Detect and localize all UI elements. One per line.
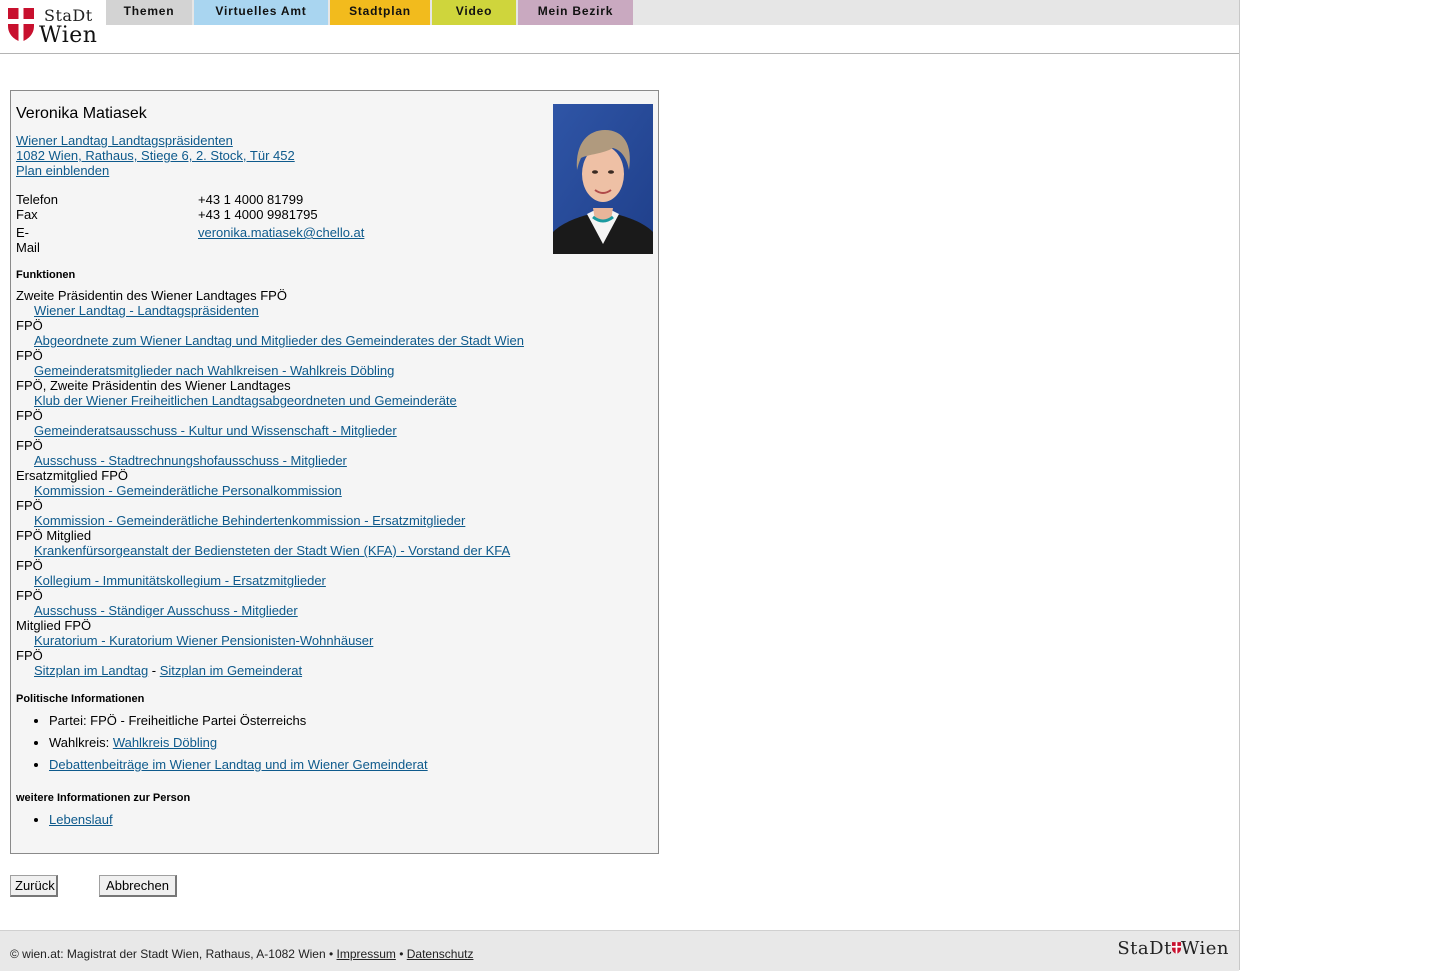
function-link[interactable]: Wiener Landtag - Landtagspräsidenten xyxy=(34,303,259,318)
political-info-list: Partei: FPÖ - Freiheitliche Partei Öster… xyxy=(16,713,428,779)
more-info-list: Lebenslauf xyxy=(16,812,113,834)
functions-heading: Funktionen xyxy=(16,269,76,281)
phone-value: +43 1 4000 81799 xyxy=(198,192,304,207)
address-link[interactable]: 1082 Wien, Rathaus, Stiege 6, 2. Stock, … xyxy=(16,148,295,163)
cancel-button[interactable]: Abbrechen xyxy=(99,875,177,897)
tab-mein-bezirk[interactable]: Mein Bezirk xyxy=(518,0,633,25)
function-link[interactable]: Kommission - Gemeinderätliche Personalko… xyxy=(34,483,342,498)
person-name: Veronika Matiasek xyxy=(16,105,147,122)
party-text: Partei: FPÖ - Freiheitliche Partei Öster… xyxy=(49,713,307,728)
function-title: FPÖ xyxy=(16,588,43,603)
function-title: FPÖ xyxy=(16,348,43,363)
function-title: FPÖ, Zweite Präsidentin des Wiener Landt… xyxy=(16,378,291,393)
function-link[interactable]: Gemeinderatsmitglieder nach Wahlkreisen … xyxy=(34,363,394,378)
site-footer: © wien.at: Magistrat der Stadt Wien, Rat… xyxy=(0,930,1239,971)
footer-logo-wien: Wien xyxy=(1180,938,1229,959)
function-link[interactable]: Krankenfürsorgeanstalt der Bediensteten … xyxy=(34,543,510,558)
seat-plan-gemeinderat-link[interactable]: Sitzplan im Gemeinderat xyxy=(160,663,302,678)
function-link[interactable]: Abgeordnete zum Wiener Landtag und Mitgl… xyxy=(34,333,524,348)
seat-plan-separator: - xyxy=(148,663,160,678)
function-title: Mitglied FPÖ xyxy=(16,618,92,633)
function-link[interactable]: Klub der Wiener Freiheitlichen Landtagsa… xyxy=(34,393,457,408)
function-link[interactable]: Ausschuss - Stadtrechnungshofausschuss -… xyxy=(34,453,347,468)
address-block: Wiener Landtag Landtagspräsidenten 1082 … xyxy=(16,133,295,178)
district-label: Wahlkreis: xyxy=(49,735,113,750)
function-title: Zweite Präsidentin des Wiener Landtages … xyxy=(16,288,287,303)
copyright-text: © wien.at: Magistrat der Stadt Wien, Rat… xyxy=(10,947,337,961)
tab-themen[interactable]: Themen xyxy=(106,0,192,25)
back-button[interactable]: Zurück xyxy=(10,875,58,897)
datenschutz-link[interactable]: Datenschutz xyxy=(407,947,474,961)
function-link[interactable]: Ausschuss - Ständiger Ausschuss - Mitgli… xyxy=(34,603,298,618)
vienna-shield-icon xyxy=(1171,942,1181,954)
stadt-wien-logo[interactable]: StaDt Wien xyxy=(6,6,101,48)
email-link[interactable]: veronika.matiasek@chello.at xyxy=(198,225,364,240)
show-map-link[interactable]: Plan einblenden xyxy=(16,163,295,178)
seat-plan-landtag-link[interactable]: Sitzplan im Landtag xyxy=(34,663,148,678)
list-item: Wahlkreis: Wahlkreis Döbling xyxy=(49,735,428,757)
list-item: Debattenbeiträge im Wiener Landtag und i… xyxy=(49,757,428,779)
impressum-link[interactable]: Impressum xyxy=(337,947,396,961)
phone-label: Telefon xyxy=(16,192,58,207)
person-portrait xyxy=(553,104,653,254)
tab-stadtplan[interactable]: Stadtplan xyxy=(330,0,430,25)
logo-text-wien: Wien xyxy=(39,23,98,48)
footer-separator: • xyxy=(395,947,407,961)
office-link[interactable]: Wiener Landtag Landtagspräsidenten xyxy=(16,133,295,148)
function-title: FPÖ xyxy=(16,318,43,333)
footer-logo: StaDt Wien xyxy=(1117,938,1229,959)
function-title: FPÖ xyxy=(16,648,43,663)
footer-logo-stadt: StaDt xyxy=(1117,938,1172,959)
function-title: FPÖ xyxy=(16,498,43,513)
cv-link[interactable]: Lebenslauf xyxy=(49,812,113,827)
function-title: FPÖ xyxy=(16,438,43,453)
function-link[interactable]: Kommission - Gemeinderätliche Behinderte… xyxy=(34,513,465,528)
debates-link[interactable]: Debattenbeiträge im Wiener Landtag und i… xyxy=(49,757,428,772)
function-title: Ersatzmitglied FPÖ xyxy=(16,468,128,483)
district-link[interactable]: Wahlkreis Döbling xyxy=(113,735,217,750)
political-info-heading: Politische Informationen xyxy=(16,693,145,705)
more-info-heading: weitere Informationen zur Person xyxy=(16,792,191,804)
function-title: FPÖ xyxy=(16,408,43,423)
list-item: Lebenslauf xyxy=(49,812,113,834)
list-item: Partei: FPÖ - Freiheitliche Partei Öster… xyxy=(49,713,428,735)
person-card: Veronika Matiasek Wiener Landtag Landtag… xyxy=(10,90,659,854)
tab-video[interactable]: Video xyxy=(432,0,516,25)
fax-label: Fax xyxy=(16,207,38,222)
function-link[interactable]: Gemeinderatsausschuss - Kultur und Wisse… xyxy=(34,423,397,438)
main-navigation: Themen Virtuelles Amt Stadtplan Video Me… xyxy=(106,0,1239,25)
site-header: StaDt Wien Themen Virtuelles Amt Stadtpl… xyxy=(0,0,1239,54)
function-link[interactable]: Kuratorium - Kuratorium Wiener Pensionis… xyxy=(34,633,373,648)
function-title: FPÖ xyxy=(16,558,43,573)
tab-virtuelles-amt[interactable]: Virtuelles Amt xyxy=(194,0,328,25)
footer-text: © wien.at: Magistrat der Stadt Wien, Rat… xyxy=(10,947,473,961)
page: StaDt Wien Themen Virtuelles Amt Stadtpl… xyxy=(0,0,1240,971)
email-label: E-Mail xyxy=(16,225,40,255)
fax-value: +43 1 4000 9981795 xyxy=(198,207,318,222)
vienna-shield-icon xyxy=(8,8,34,42)
function-title: FPÖ Mitglied xyxy=(16,528,92,543)
functions-list: Zweite Präsidentin des Wiener Landtages … xyxy=(16,288,524,678)
function-link[interactable]: Kollegium - Immunitätskollegium - Ersatz… xyxy=(34,573,326,588)
